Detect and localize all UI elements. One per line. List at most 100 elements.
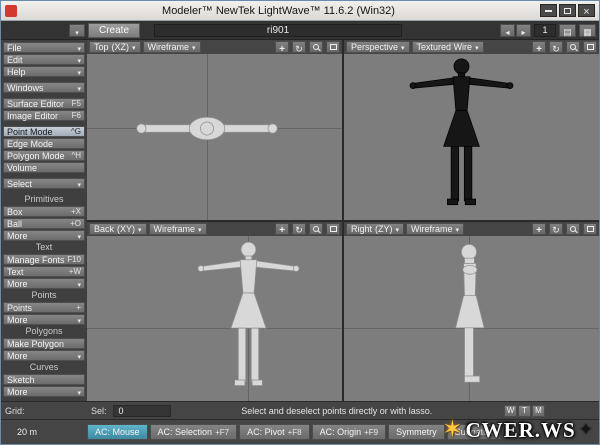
viewport-canvas-perspective[interactable]: [344, 54, 599, 220]
rotate-button[interactable]: [292, 41, 306, 53]
pan-button[interactable]: [532, 222, 546, 235]
sidebar-menu-button[interactable]: [69, 23, 85, 37]
viewport-mode-dropdown[interactable]: Wireframe: [406, 222, 465, 235]
window-title: Modeler™ NewTek LightWave™ 11.6.2 (Win32…: [162, 4, 395, 17]
sidebar-item-text[interactable]: Text +W: [3, 266, 85, 277]
sidebar-item-select[interactable]: Select: [3, 178, 85, 189]
maximize-viewport-button[interactable]: [326, 222, 340, 235]
status-row: Grid: Sel: 0 Select and deselect points …: [1, 401, 599, 419]
minimize-button[interactable]: [540, 4, 557, 17]
viewport-view-dropdown[interactable]: Right (ZY): [346, 222, 405, 235]
layers-button[interactable]: [559, 23, 576, 38]
tab-create[interactable]: Create: [88, 22, 141, 38]
action-center-mouse-button[interactable]: AC: Mouse: [87, 424, 148, 440]
maximize-button[interactable]: [559, 4, 576, 17]
viewport-mode-label: Wireframe: [153, 223, 196, 234]
sidebar-item-sketch[interactable]: Sketch: [3, 374, 85, 385]
sidebar-item-ball[interactable]: Ball +O: [3, 218, 85, 229]
rotate-icon: [295, 221, 303, 236]
sidebar-item-surface-editor[interactable]: Surface Editor F5: [3, 98, 85, 109]
vmap-morph-button[interactable]: M: [532, 404, 545, 417]
sidebar-item-manage-fonts[interactable]: Manage Fonts F10: [3, 254, 85, 265]
viewport-mode-dropdown[interactable]: Wireframe: [148, 222, 207, 235]
viewport-mode-label: Textured Wire: [416, 42, 473, 52]
maximize-viewport-button[interactable]: [583, 41, 597, 53]
pan-button[interactable]: [532, 41, 546, 53]
pan-icon: [279, 40, 285, 55]
sidebar-item-more-points[interactable]: More: [3, 314, 85, 325]
sidebar-item-help[interactable]: Help: [3, 66, 85, 77]
rotate-button[interactable]: [549, 222, 563, 235]
zoom-icon: [313, 44, 319, 50]
grid-label: Grid:: [5, 405, 25, 416]
object-name-combo[interactable]: ri901: [154, 23, 403, 37]
viewport-top: Top (XZ) Wireframe: [87, 40, 342, 220]
viewport-canvas-right[interactable]: [344, 235, 599, 401]
layer-bank-button[interactable]: [579, 23, 596, 37]
sidebar-item-file[interactable]: File: [3, 42, 85, 53]
chevron-down-icon: [192, 42, 196, 52]
chevron-down-icon: [475, 42, 479, 52]
chevron-down-icon: [77, 83, 81, 93]
section-title-primitives: Primitives: [24, 194, 64, 204]
vmap-weight-button[interactable]: W: [504, 404, 517, 417]
rotate-button[interactable]: [549, 41, 563, 53]
viewport-perspective-header: Perspective Textured Wire: [344, 40, 599, 54]
sidebar-item-edge-mode[interactable]: Edge Mode: [3, 138, 85, 149]
vmap-texture-button[interactable]: T: [518, 404, 531, 417]
sidebar-item-polygon-mode[interactable]: Polygon Mode ^H: [3, 150, 85, 161]
viewport-mode-dropdown[interactable]: Textured Wire: [411, 41, 484, 53]
viewport-axis-label: (ZY): [375, 223, 393, 234]
close-button[interactable]: [578, 4, 595, 17]
zoom-button[interactable]: [566, 222, 580, 235]
previous-object-button[interactable]: [500, 23, 515, 37]
sidebar-item-points[interactable]: Points +: [3, 302, 85, 313]
viewport-mode-dropdown[interactable]: Wireframe: [142, 41, 201, 53]
sidebar-item-windows[interactable]: Windows: [3, 82, 85, 93]
chevron-down-icon: [77, 315, 81, 325]
viewport-back-header: Back (XY) Wireframe: [87, 221, 342, 236]
viewport-view-dropdown[interactable]: Top (XZ): [89, 41, 141, 53]
window-controls: [540, 4, 595, 17]
pan-button[interactable]: [275, 41, 289, 53]
pan-icon: [536, 40, 542, 55]
rotate-icon: [295, 40, 303, 55]
sidebar-item-more-primitives[interactable]: More: [3, 230, 85, 241]
viewport-view-label: Top: [94, 42, 109, 52]
viewport-axis-label: (XZ): [111, 42, 130, 52]
zoom-button[interactable]: [309, 41, 323, 53]
selection-count-label: Sel:: [91, 405, 107, 416]
layers-icon: [563, 23, 572, 38]
zoom-button[interactable]: [309, 222, 323, 235]
chevron-down-icon: [77, 43, 81, 53]
viewport-canvas-back[interactable]: [87, 235, 342, 401]
rotate-button[interactable]: [292, 221, 306, 236]
maximize-viewport-button[interactable]: [583, 222, 597, 235]
maximize-viewport-button[interactable]: [326, 41, 340, 53]
status-hint: Select and deselect points directly or w…: [241, 405, 433, 416]
sidebar-item-more-polygons[interactable]: More: [3, 350, 85, 361]
sidebar-item-make-polygon[interactable]: Make Polygon: [3, 338, 85, 349]
sidebar-item-volume[interactable]: Volume: [3, 162, 85, 173]
sidebar-item-image-editor[interactable]: Image Editor F6: [3, 110, 85, 121]
sidebar-item-point-mode[interactable]: Point Mode ^G: [3, 126, 85, 137]
chevron-down-icon: [77, 279, 81, 289]
action-center-origin-button[interactable]: AC: Origin +F9: [311, 424, 387, 440]
zoom-button[interactable]: [566, 41, 580, 53]
action-center-selection-button[interactable]: AC: Selection +F7: [149, 424, 238, 440]
pan-button[interactable]: [275, 222, 289, 235]
viewport-canvas-top[interactable]: [87, 54, 342, 220]
subpatch-button[interactable]: Subpatch: [446, 424, 501, 440]
layer-counter[interactable]: 1: [534, 23, 556, 37]
sidebar-item-more-curves[interactable]: More: [3, 386, 85, 397]
next-object-button[interactable]: [516, 23, 531, 37]
top-toolbar: Create ri901 1: [1, 21, 599, 40]
sidebar-item-edit[interactable]: Edit: [3, 54, 85, 65]
sidebar-item-box[interactable]: Box +X: [3, 206, 85, 217]
symmetry-button[interactable]: Symmetry: [388, 424, 445, 440]
sidebar-item-more-text[interactable]: More: [3, 278, 85, 289]
viewport-mode-label: Wireframe: [147, 42, 190, 52]
viewport-view-dropdown[interactable]: Back (XY): [89, 222, 147, 235]
action-center-pivot-button[interactable]: AC: Pivot +F8: [239, 424, 310, 440]
viewport-view-dropdown[interactable]: Perspective: [346, 41, 410, 53]
